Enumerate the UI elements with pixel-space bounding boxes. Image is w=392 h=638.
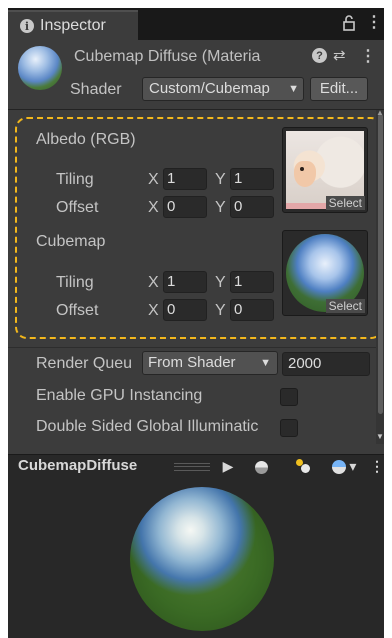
edit-shader-button[interactable]: Edit... (310, 77, 368, 101)
help-icon[interactable]: ? (312, 48, 327, 63)
divider (8, 109, 384, 110)
material-thumbnail (18, 46, 62, 90)
preview-kebab-menu-icon[interactable]: ⋮ (370, 456, 384, 476)
kebab-menu-icon[interactable]: ⋮ (366, 14, 382, 32)
scroll-up-icon[interactable]: ▲ (376, 108, 384, 117)
tab-inspector[interactable]: i Inspector (8, 10, 138, 40)
double-sided-gi-checkbox[interactable] (280, 419, 298, 437)
dropdown-caret-icon: ▼ (260, 357, 271, 369)
preview-title: CubemapDiffuse (18, 457, 138, 474)
tab-bar: i Inspector ⋮ (8, 8, 384, 40)
play-icon[interactable]: ▶ (218, 456, 238, 476)
preview-drag-handle[interactable] (174, 463, 210, 471)
divider (8, 347, 384, 348)
shader-value: Custom/Cubemap (149, 80, 270, 97)
shader-label: Shader (70, 81, 122, 98)
gpu-instancing-checkbox[interactable] (280, 388, 298, 406)
header-kebab-menu-icon[interactable]: ⋮ (360, 46, 376, 66)
render-queue-dropdown-value: From Shader (148, 354, 236, 371)
material-title: Cubemap Diffuse (Materia (74, 48, 261, 65)
render-queue-label: Render Queu (36, 355, 133, 372)
lock-icon[interactable] (343, 15, 355, 31)
double-sided-gi-label: Double Sided Global Illuminatic (36, 418, 259, 435)
highlight-box (15, 117, 383, 339)
shader-dropdown[interactable]: Custom/Cubemap ▼ (142, 77, 304, 101)
sphere-icon[interactable] (251, 456, 271, 476)
scroll-down-icon[interactable]: ▼ (376, 432, 384, 441)
render-queue-dropdown[interactable]: From Shader ▼ (142, 351, 278, 375)
light-icon[interactable] (291, 456, 315, 476)
render-queue-value-field[interactable]: 2000 (282, 352, 370, 376)
preview-sphere (130, 487, 274, 631)
gpu-instancing-label: Enable GPU Instancing (36, 387, 203, 404)
info-icon: i (20, 19, 34, 33)
scrollbar-thumb[interactable] (378, 114, 383, 414)
preset-icon[interactable]: ⇄ (333, 46, 346, 64)
dropdown-caret-icon: ▼ (288, 83, 299, 95)
tab-title: Inspector (40, 17, 106, 34)
inspector-window: i Inspector ⋮ Cubemap Diffuse (Materia ?… (8, 8, 384, 638)
skybox-sphere-icon[interactable]: ▾ (326, 456, 362, 476)
